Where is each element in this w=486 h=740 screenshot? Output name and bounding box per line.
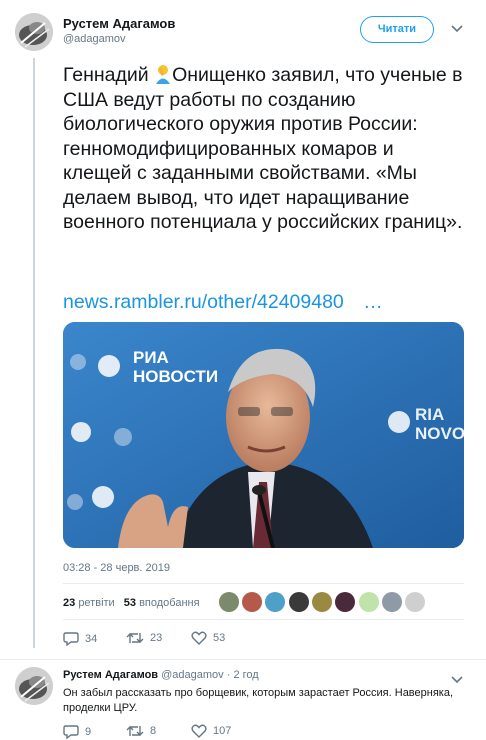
reply-retweet-action[interactable]: 8 xyxy=(126,724,156,738)
reply-action[interactable]: 34 xyxy=(63,631,97,646)
reply-header: Рустем Адагамов @adagamov · 2 год xyxy=(63,669,259,681)
reply-like-count: 107 xyxy=(213,725,232,737)
reply-count: 34 xyxy=(85,632,98,645)
photo-brand-right: RIA xyxy=(415,405,444,424)
liker-avatar[interactable] xyxy=(359,592,379,612)
liker-avatar[interactable] xyxy=(405,592,425,612)
tweet-text-rest: Онищенко заявил, что ученые в США ведут … xyxy=(63,64,463,233)
reply-time[interactable]: · 2 год xyxy=(227,669,259,681)
photo-brand-right-2: NOVO xyxy=(415,424,464,443)
tweet-text-start: Геннадий xyxy=(63,64,155,86)
retweet-count: 23 xyxy=(150,632,163,644)
tweet-link-url[interactable]: news.rambler.ru/other/42409480 xyxy=(63,291,344,313)
tweet-timestamp[interactable]: 03:28 - 28 черв. 2019 xyxy=(63,562,170,574)
reply-text: Он забыл рассказать про борщевик, которы… xyxy=(63,687,454,714)
heart-icon xyxy=(191,631,207,645)
liker-avatar[interactable] xyxy=(335,592,355,612)
reply-retweet-count: 8 xyxy=(150,725,157,737)
liker-avatar[interactable] xyxy=(289,592,309,612)
author-avatar[interactable] xyxy=(15,13,53,51)
liker-avatar[interactable] xyxy=(382,592,402,612)
avatar-image xyxy=(15,13,53,51)
divider xyxy=(63,583,464,584)
person-facepalm-icon xyxy=(154,64,172,84)
liker-avatar[interactable] xyxy=(265,592,285,612)
reply-like-action[interactable]: 107 xyxy=(191,724,231,738)
liker-avatar[interactable] xyxy=(219,592,239,612)
liker-avatar[interactable] xyxy=(312,592,332,612)
reply-icon xyxy=(63,725,79,739)
reply-reply-count: 9 xyxy=(85,725,92,738)
likes-stat[interactable]: 53 вподобання xyxy=(124,597,200,609)
tweet-separator xyxy=(0,659,486,660)
retweets-stat[interactable]: 23 ретвіти xyxy=(63,597,115,609)
author-name[interactable]: Рустем Адагамов xyxy=(63,16,175,31)
divider xyxy=(63,619,464,620)
chevron-down-icon[interactable] xyxy=(451,22,463,36)
reply-author-handle[interactable]: @adagamov xyxy=(161,669,224,681)
tweet-text: Геннадий Онищенко заявил, что ученые в С… xyxy=(63,63,463,235)
follow-button[interactable]: Читати xyxy=(360,16,434,43)
reply-icon xyxy=(63,632,79,646)
retweet-icon xyxy=(126,633,144,643)
reply-chevron-down-icon[interactable] xyxy=(451,673,463,687)
like-action[interactable]: 53 xyxy=(191,631,225,645)
retweet-action[interactable]: 23 xyxy=(126,631,162,645)
like-count: 53 xyxy=(213,632,226,644)
thread-line xyxy=(33,58,35,648)
tweet-stats: 23 ретвіти 53 вподобання xyxy=(63,597,200,609)
photo-brand-main-2: НОВОСТИ xyxy=(133,367,218,386)
tweet-link[interactable]: news.rambler.ru/other/42409480 … xyxy=(63,291,383,314)
liker-avatar[interactable] xyxy=(242,592,262,612)
retweet-icon xyxy=(126,726,144,736)
author-handle[interactable]: @adagamov xyxy=(63,33,126,45)
reply-author-avatar[interactable] xyxy=(15,667,53,705)
tweet-photo[interactable]: РИА НОВОСТИ RIA NOVO xyxy=(63,322,464,548)
photo-brand-main: РИА xyxy=(133,348,169,367)
heart-icon xyxy=(191,724,207,738)
tweet-link-ellipsis: … xyxy=(363,291,383,313)
reply-author-name[interactable]: Рустем Адагамов xyxy=(63,669,158,681)
tweet-photo-image: РИА НОВОСТИ RIA NOVO xyxy=(63,322,464,548)
reply-reply-action[interactable]: 9 xyxy=(63,724,91,739)
avatar-image xyxy=(15,667,53,705)
